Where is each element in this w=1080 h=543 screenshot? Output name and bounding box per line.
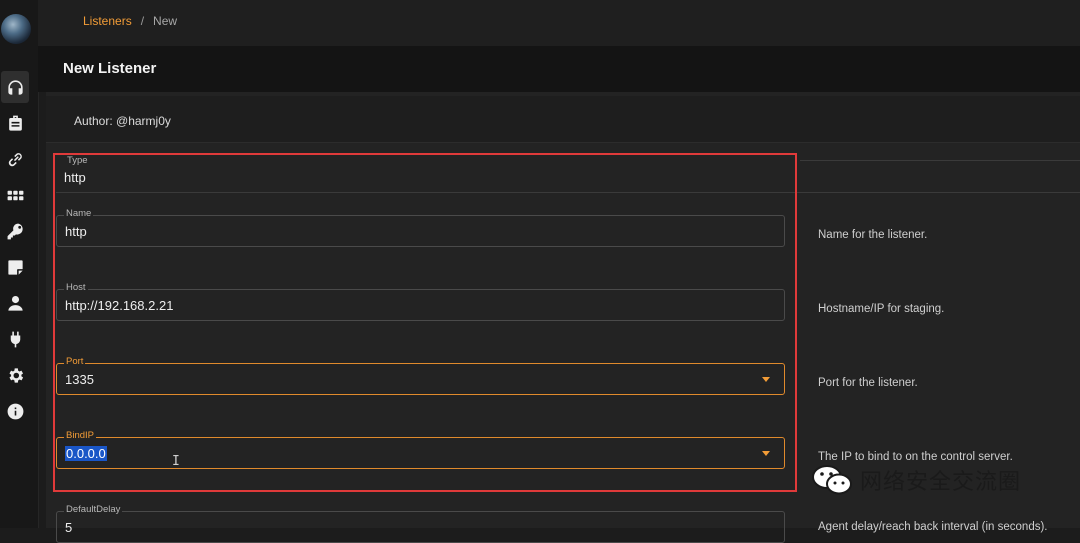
wechat-icon: [812, 465, 852, 495]
port-hint: Port for the listener.: [818, 377, 918, 389]
breadcrumb-separator: /: [140, 14, 145, 28]
highlight-box: [53, 153, 797, 492]
divider: [800, 160, 1080, 161]
info-icon[interactable]: [0, 395, 30, 427]
headset-icon[interactable]: [1, 71, 29, 103]
watermark: 网络安全交流圈: [810, 458, 1080, 502]
host-hint: Hostname/IP for staging.: [818, 303, 945, 315]
note-icon[interactable]: [0, 251, 30, 283]
key-icon[interactable]: [0, 215, 30, 247]
grid-icon[interactable]: [0, 179, 30, 211]
page-header: [38, 46, 1080, 92]
top-bar: [38, 0, 1080, 46]
page-title: New Listener: [63, 60, 157, 77]
defaultdelay-hint: Agent delay/reach back interval (in seco…: [818, 521, 1048, 533]
briefcase-icon[interactable]: [0, 107, 30, 139]
breadcrumb-current: New: [153, 14, 178, 28]
author-bar: [46, 96, 1080, 143]
link-icon[interactable]: [0, 143, 30, 175]
author-label: Author: @harmj0y: [74, 114, 171, 128]
breadcrumb-listeners-link[interactable]: Listeners: [83, 14, 132, 28]
name-hint: Name for the listener.: [818, 229, 928, 241]
defaultdelay-input[interactable]: DefaultDelay 5: [56, 504, 785, 543]
app-logo[interactable]: [1, 14, 31, 44]
sidebar: [0, 0, 39, 528]
user-icon[interactable]: [0, 287, 30, 319]
plug-icon[interactable]: [0, 323, 30, 355]
watermark-text: 网络安全交流圈: [860, 470, 1022, 495]
breadcrumb: Listeners / New: [83, 14, 177, 28]
defaultdelay-label: DefaultDelay: [64, 504, 123, 515]
gear-icon[interactable]: [0, 359, 30, 391]
